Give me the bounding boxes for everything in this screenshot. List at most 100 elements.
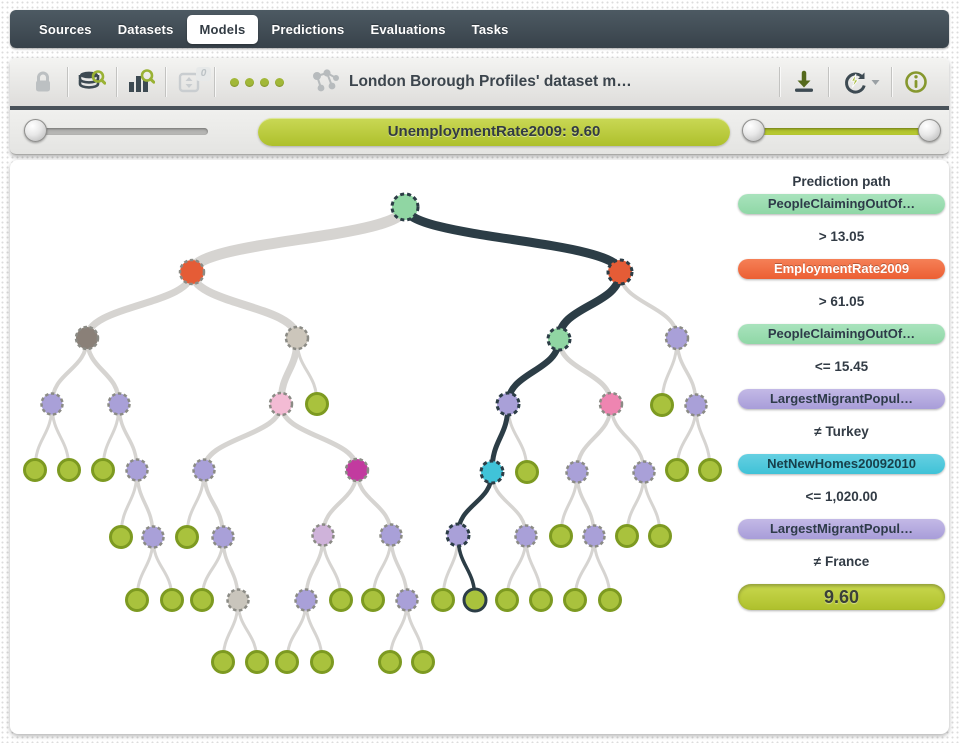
tree-node-lf497[interactable]	[497, 590, 518, 611]
tree-node-p381[interactable]	[381, 525, 402, 546]
tree-node-lf25[interactable]	[25, 460, 46, 481]
tree-node-lf551[interactable]	[551, 526, 572, 547]
refresh-menu-button[interactable]	[832, 65, 888, 99]
tab-datasets[interactable]: Datasets	[105, 15, 187, 44]
tree-node-gray228[interactable]	[228, 590, 249, 611]
export-button[interactable]: 0	[169, 65, 211, 99]
tree-node-root[interactable]	[392, 194, 418, 220]
prediction-output-pill: 9.60	[738, 584, 945, 610]
dots-indicator	[218, 78, 296, 87]
tree-node-lf127b[interactable]	[127, 590, 148, 611]
prediction-path-panel: Prediction path PeopleClaimingOutOf…> 13…	[738, 174, 945, 610]
tree-svg	[10, 160, 745, 726]
tree-node-pred[interactable]	[464, 589, 486, 611]
tree-node-oR[interactable]	[608, 260, 632, 284]
prediction-path-field-pill: PeopleClaimingOutOf…	[738, 194, 945, 214]
tree-node-p584[interactable]	[584, 526, 605, 547]
toolbar-separator	[828, 67, 829, 97]
tree-node-p5[interactable]	[447, 524, 469, 546]
tree-node-p213[interactable]	[213, 527, 234, 548]
prediction-path-operator: <= 1,020.00	[738, 474, 945, 519]
tree-node-lf652[interactable]	[652, 395, 673, 416]
support-slider-track[interactable]	[34, 128, 208, 135]
tree-node-p634[interactable]	[634, 462, 655, 483]
tree-node-p567[interactable]	[567, 462, 588, 483]
tree-node-lf177[interactable]	[177, 527, 198, 548]
tree-node-lf617[interactable]	[617, 526, 638, 547]
dot-icon	[230, 78, 239, 87]
tree-node-pR1[interactable]	[666, 327, 688, 349]
tree-node-p686[interactable]	[686, 395, 707, 416]
tab-evaluations[interactable]: Evaluations	[357, 15, 458, 44]
toolbar-separator	[214, 67, 215, 97]
tree-node-p3[interactable]	[497, 393, 519, 415]
tree-node-lf700[interactable]	[700, 460, 721, 481]
tree-node-lf433[interactable]	[433, 590, 454, 611]
tree-node-lf312[interactable]	[312, 652, 333, 673]
tree-node-cy[interactable]	[481, 461, 503, 483]
range-slider-knob-left[interactable]	[742, 119, 765, 142]
toolbar-separator	[165, 67, 166, 97]
model-search-button[interactable]	[120, 65, 162, 99]
tree-node-p296[interactable]	[296, 590, 317, 611]
tree-node-p42[interactable]	[42, 394, 63, 415]
prediction-path-operator: ≠ France	[738, 539, 945, 584]
prediction-path-title: Prediction path	[738, 174, 945, 194]
tree-node-pk1[interactable]	[270, 393, 292, 415]
dataset-search-icon	[78, 69, 106, 95]
model-search-icon	[127, 69, 155, 95]
prediction-path-operator: <= 15.45	[738, 344, 945, 389]
tree-node-bg[interactable]	[286, 327, 308, 349]
tree-node-lf213b[interactable]	[213, 652, 234, 673]
tree-node-p109[interactable]	[109, 394, 130, 415]
tab-tasks[interactable]: Tasks	[459, 15, 522, 44]
tree-node-mg[interactable]	[346, 459, 368, 481]
info-button[interactable]	[895, 65, 937, 99]
tab-predictions[interactable]: Predictions	[258, 15, 357, 44]
tree-node-lf531[interactable]	[531, 590, 552, 611]
tree-node-g2[interactable]	[548, 328, 570, 350]
tree-node-lf247[interactable]	[247, 652, 268, 673]
lock-button[interactable]	[22, 65, 64, 99]
chevron-down-icon	[871, 79, 880, 86]
dot-icon	[275, 78, 284, 87]
tree-node-lf192[interactable]	[192, 590, 213, 611]
tree-node-lf380[interactable]	[380, 652, 401, 673]
download-button[interactable]	[783, 65, 825, 99]
tree-node-lf600[interactable]	[600, 590, 621, 611]
tree-node-p516[interactable]	[516, 526, 537, 547]
tree-node-p397[interactable]	[397, 590, 418, 611]
tree-node-lf331[interactable]	[331, 590, 352, 611]
tree-node-oL[interactable]	[180, 260, 204, 284]
tree-node-pk2[interactable]	[600, 393, 622, 415]
tree-node-lf59[interactable]	[59, 460, 80, 481]
tree-node-p127[interactable]	[127, 460, 148, 481]
tree-node-lf277[interactable]	[277, 652, 298, 673]
tab-sources[interactable]: Sources	[26, 15, 105, 44]
tree-node-lf517[interactable]	[517, 462, 538, 483]
tree-node-lf111[interactable]	[111, 527, 132, 548]
tree-node-lav[interactable]	[313, 525, 334, 546]
tree-node-lf650[interactable]	[650, 526, 671, 547]
prediction-path-field-pill: LargestMigrantPopul…	[738, 389, 945, 409]
tree-node-p194[interactable]	[194, 460, 215, 481]
dataset-search-button[interactable]	[71, 65, 113, 99]
tree-node-lf307[interactable]	[307, 394, 328, 415]
tree-node-lf162[interactable]	[162, 590, 183, 611]
tree-node-lf667[interactable]	[667, 460, 688, 481]
tree-node-lf413[interactable]	[413, 652, 434, 673]
field-value-pill: UnemploymentRate2009: 9.60	[258, 118, 730, 146]
tab-models[interactable]: Models	[187, 15, 259, 44]
tree-node-lf93[interactable]	[93, 460, 114, 481]
support-slider-knob[interactable]	[24, 119, 47, 142]
range-slider-track[interactable]	[752, 128, 938, 135]
model-canvas: Prediction path PeopleClaimingOutOf…> 13…	[10, 160, 949, 734]
toolbar-separator	[116, 67, 117, 97]
toolbar-separator	[67, 67, 68, 97]
tree-node-lf565[interactable]	[565, 590, 586, 611]
tree-node-lf363[interactable]	[363, 590, 384, 611]
tree-node-p143[interactable]	[143, 527, 164, 548]
range-slider-knob-right[interactable]	[918, 119, 941, 142]
tree-node-gb[interactable]	[76, 327, 98, 349]
prediction-path-field-pill: NetNewHomes20092010	[738, 454, 945, 474]
